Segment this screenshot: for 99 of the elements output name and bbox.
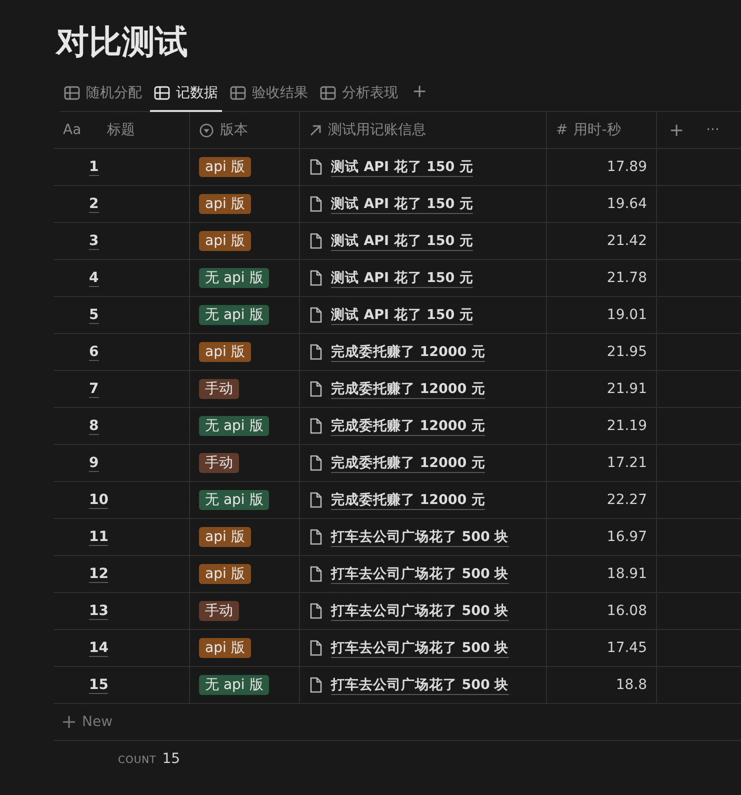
row-title[interactable]: 3 [89,232,99,250]
row-title[interactable]: 1 [89,158,99,176]
table-cell: 18.91 [606,566,647,582]
version-tag: api 版 [199,157,251,177]
version-tag: api 版 [199,564,251,584]
relation-link[interactable]: 完成委托赚了 12000 元 [331,342,486,362]
row-title[interactable]: 10 [89,492,108,508]
table-cell: 16.97 [606,529,647,545]
table-icon [320,86,336,100]
row-title[interactable]: 14 [89,640,108,656]
column-header[interactable]: 标题 [107,121,136,139]
table-icon [230,86,246,100]
row-title[interactable]: 7 [89,380,99,398]
document-icon [309,233,323,249]
plus-icon [62,715,76,729]
relation-link[interactable]: 打车去公司广场花了 500 块 [331,528,509,546]
row-title[interactable]: 13 [89,602,108,620]
row-title[interactable]: 2 [89,196,99,212]
arrow-icon [309,124,322,136]
document-icon [309,344,323,360]
version-tag: 手动 [199,453,239,473]
relation-link[interactable]: 测试 API 花了 150 元 [331,158,474,176]
document-icon [309,159,323,175]
document-icon [309,603,323,619]
relation-link[interactable]: 测试 API 花了 150 元 [331,268,474,288]
row-title[interactable]: 8 [89,418,99,434]
table-cell: 17.21 [606,455,647,471]
document-icon [309,529,323,545]
document-icon [309,418,323,434]
relation-link[interactable]: 测试 API 花了 150 元 [331,306,474,324]
view-tab[interactable]: 分析表现 [316,78,402,112]
row-title[interactable]: 6 [89,344,99,360]
table-cell: 17.45 [606,640,647,656]
document-icon [309,270,323,286]
table-cell: 21.78 [606,270,647,286]
relation-link[interactable]: 完成委托赚了 12000 元 [331,380,486,398]
version-tag: api 版 [199,527,251,547]
column-type-icon: Aa [63,122,82,138]
view-tab[interactable]: 随机分配 [60,78,146,112]
relation-link[interactable]: 完成委托赚了 12000 元 [331,490,486,510]
document-icon [309,677,323,693]
row-title[interactable]: 12 [89,566,108,582]
version-tag: 无 api 版 [199,416,270,436]
document-icon [309,640,323,656]
column-header[interactable]: 版本 [220,121,248,139]
more-button[interactable]: ··· [706,122,720,138]
version-tag: 无 api 版 [199,268,270,288]
relation-link[interactable]: 打车去公司广场花了 500 块 [331,564,509,584]
row-title[interactable]: 11 [89,528,108,546]
relation-link[interactable]: 完成委托赚了 12000 元 [331,454,486,472]
count-label: COUNT [118,755,156,766]
add-column-button[interactable]: + [669,120,684,140]
column-type-icon: # [556,122,568,138]
row-title[interactable]: 9 [89,454,99,472]
table-cell: 21.42 [606,233,647,249]
version-tag: 无 api 版 [199,675,270,695]
row-title[interactable]: 5 [89,306,99,324]
table-cell: 22.27 [606,492,647,508]
relation-link[interactable]: 打车去公司广场花了 500 块 [331,638,509,658]
view-tab[interactable]: 验收结果 [226,78,312,112]
table-cell: 18.8 [616,677,647,693]
version-tag: 无 api 版 [199,305,270,325]
version-tag: api 版 [199,231,251,251]
relation-link[interactable]: 打车去公司广场花了 500 块 [331,676,509,694]
new-row-button[interactable]: New [82,714,113,730]
add-view-button[interactable]: + [406,81,434,108]
row-title[interactable]: 4 [89,270,99,286]
document-icon [309,307,323,323]
table-cell: 21.91 [606,381,647,397]
table-icon [64,86,80,100]
document-icon [309,455,323,471]
version-tag: 手动 [199,601,239,621]
version-tag: 无 api 版 [199,490,270,510]
dropdown-icon [199,122,214,138]
document-icon [309,566,323,582]
relation-link[interactable]: 测试 API 花了 150 元 [331,194,474,214]
table-cell: 19.01 [606,307,647,323]
table-cell: 16.08 [606,603,647,619]
document-icon [309,196,323,212]
page-title: 对比测试 [56,21,189,63]
document-icon [309,381,323,397]
table-cell: 19.64 [606,196,647,212]
relation-link[interactable]: 完成委托赚了 12000 元 [331,416,486,436]
document-icon [309,492,323,508]
relation-link[interactable]: 测试 API 花了 150 元 [331,232,474,250]
table-icon [154,86,170,100]
version-tag: 手动 [199,379,239,399]
row-title[interactable]: 15 [89,676,108,694]
relation-link[interactable]: 打车去公司广场花了 500 块 [331,602,509,620]
view-tab[interactable]: 记数据 [150,78,222,112]
table-cell: 21.19 [606,418,647,434]
table-cell: 21.95 [606,344,647,360]
version-tag: api 版 [199,638,251,658]
version-tag: api 版 [199,342,251,362]
column-header[interactable]: 用时-秒 [574,121,621,139]
column-header[interactable]: 测试用记账信息 [328,121,426,139]
version-tag: api 版 [199,194,251,214]
count-value: 15 [162,751,180,767]
table-cell: 17.89 [606,159,647,175]
